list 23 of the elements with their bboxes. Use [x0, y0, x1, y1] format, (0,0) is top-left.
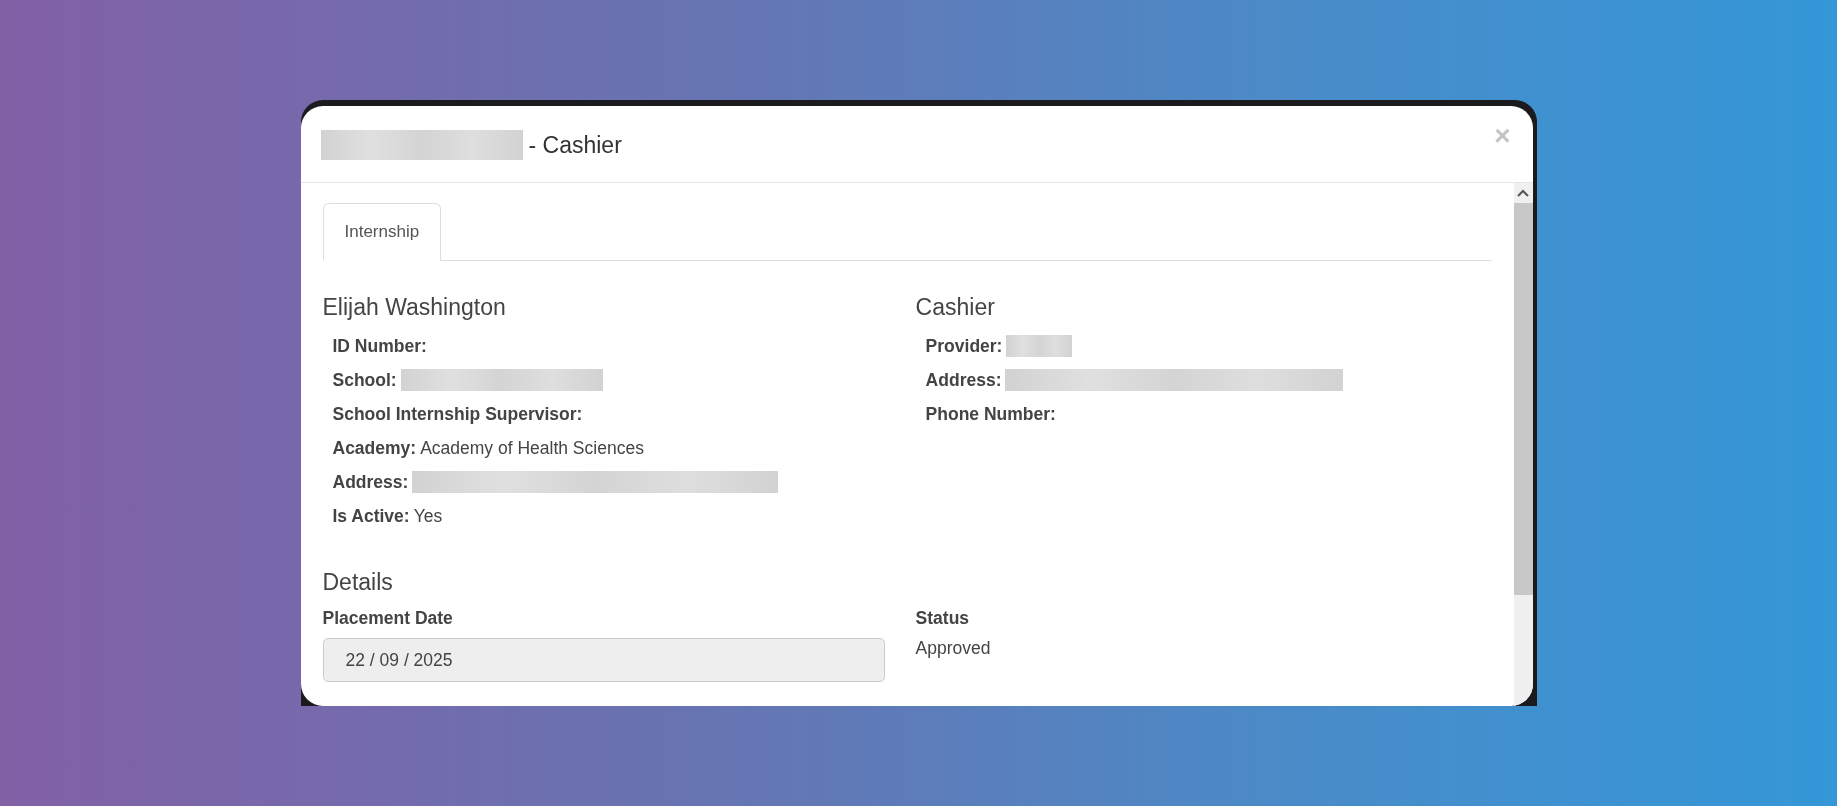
field-label: School Internship Supervisor:: [332, 403, 583, 425]
field-label: Status: [915, 608, 971, 629]
field-label: Is Active:: [332, 505, 410, 527]
scrollbar[interactable]: [1513, 183, 1533, 706]
field-value: Yes: [413, 505, 443, 527]
dialog-title: - Cashier: [528, 131, 622, 159]
field-label: School:: [332, 369, 397, 391]
date-field[interactable]: 22 / 09 / 2025: [322, 638, 885, 682]
field-label: Placement Date: [322, 608, 454, 629]
section-heading: Details: [322, 569, 394, 596]
field-label: Address:: [332, 471, 409, 493]
field-value: Academy of Health Sciences: [420, 437, 644, 459]
field-label: Provider:: [925, 335, 1003, 357]
field-label: Phone Number:: [925, 403, 1056, 425]
tab[interactable]: Internship: [322, 203, 442, 261]
section-heading: Elijah Washington: [322, 294, 507, 321]
field-label: ID Number:: [332, 335, 427, 357]
field-label: Academy:: [332, 437, 417, 459]
field-value: Approved: [915, 638, 992, 659]
section-heading: Cashier: [915, 294, 996, 321]
scroll-up-icon[interactable]: [1517, 189, 1529, 197]
scrollbar-thumb[interactable]: [1513, 203, 1533, 595]
field-label: Address:: [925, 369, 1002, 391]
